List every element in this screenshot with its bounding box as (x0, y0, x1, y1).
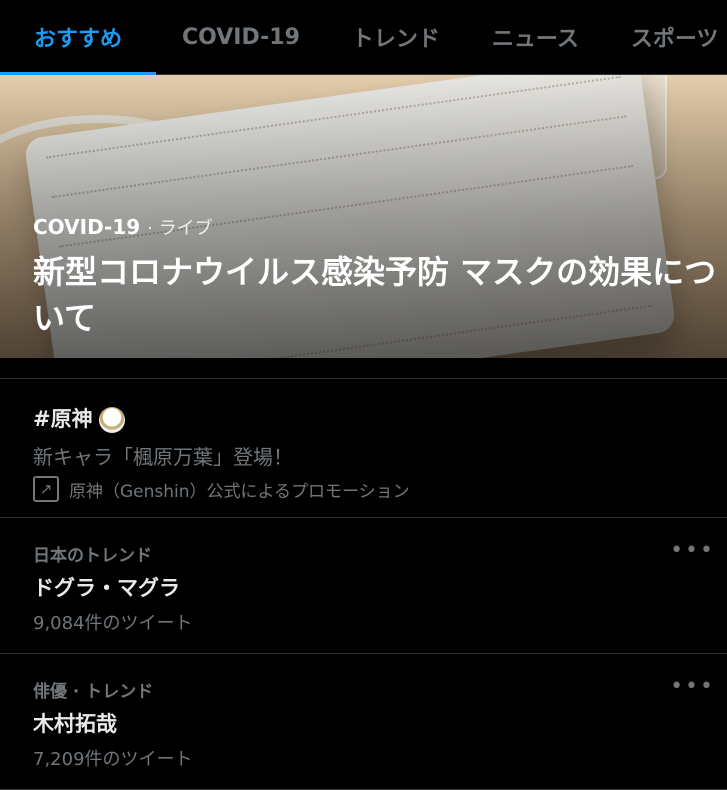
live-label: · ライブ (147, 218, 213, 239)
promoted-arrow-icon: ↗ (33, 476, 59, 502)
character-emoji-icon (98, 407, 125, 433)
promoted-hashtag: #原神 (33, 403, 125, 433)
tab-recommended[interactable]: おすすめ (0, 0, 157, 75)
trend-count: 7,209件のツイート (33, 749, 193, 770)
section-divider (0, 358, 727, 379)
promoted-description: 新キャラ「楓原万葉」登場！ (33, 445, 293, 469)
promoted-by-label: 原神（Genshin）公式によるプロモーション (69, 481, 410, 502)
trend-item[interactable]: 俳優 · トレンド 木村拓哉 7,209件のツイート ••• (0, 654, 727, 790)
featured-category: COVID-19 · ライブ (33, 214, 213, 240)
tab-news[interactable]: ニュース (466, 0, 605, 74)
tab-covid19[interactable]: COVID-19 (156, 0, 326, 74)
trend-context: 俳優 · トレンド (33, 682, 154, 702)
promoted-trend[interactable]: #原神 新キャラ「楓原万葉」登場！ ↗ 原神（Genshin）公式によるプロモー… (0, 379, 727, 518)
tab-sports[interactable]: スポーツ (605, 0, 727, 74)
trend-count: 9,084件のツイート (33, 613, 193, 634)
promoted-by: ↗ 原神（Genshin）公式によるプロモーション (33, 476, 410, 502)
trend-name: 木村拓哉 (33, 712, 117, 736)
trend-name: ドグラ・マグラ (33, 576, 180, 600)
more-options-icon[interactable]: ••• (670, 540, 715, 562)
trend-item[interactable]: 日本のトレンド ドグラ・マグラ 9,084件のツイート ••• (0, 518, 727, 654)
featured-news-card[interactable]: COVID-19 · ライブ 新型コロナウイルス感染予防 マスクの効果について (0, 75, 727, 358)
featured-title: 新型コロナウイルス感染予防 マスクの効果について (33, 253, 717, 337)
category-label: COVID-19 (33, 215, 141, 239)
trend-context: 日本のトレンド (33, 546, 152, 566)
explore-tabs: おすすめ COVID-19 トレンド ニュース スポーツ (0, 0, 727, 75)
more-options-icon[interactable]: ••• (670, 676, 715, 698)
tab-trending[interactable]: トレンド (326, 0, 466, 74)
